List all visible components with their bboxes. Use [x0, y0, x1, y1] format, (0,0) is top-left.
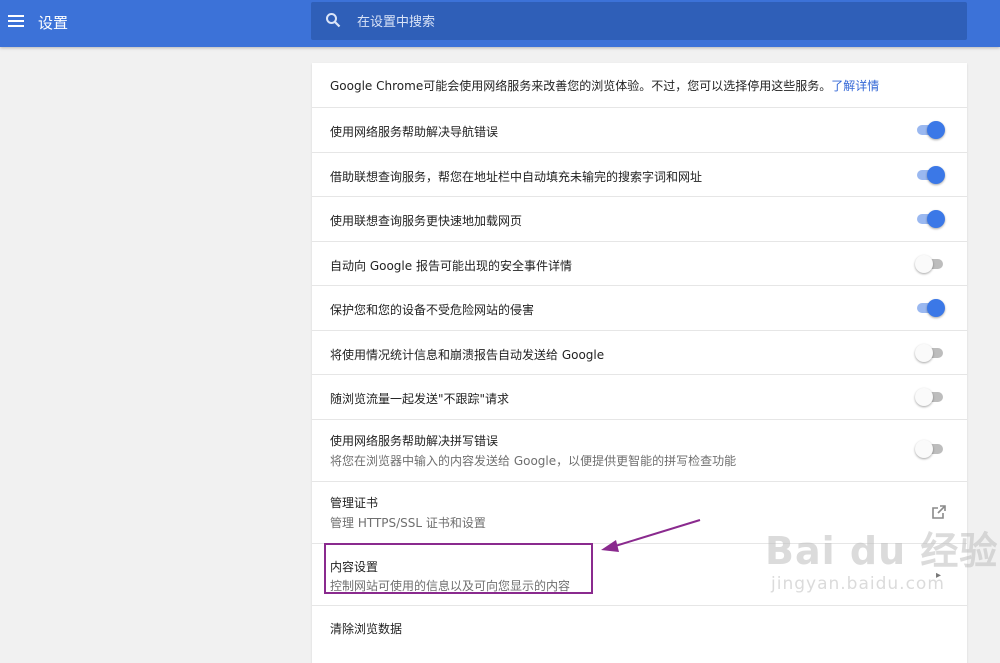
setting-label: 将使用情况统计信息和崩溃报告自动发送给 Google — [330, 348, 605, 362]
search-box[interactable] — [311, 2, 967, 42]
do-not-track-toggle[interactable] — [915, 388, 945, 406]
baidu-jingyan-watermark: Bai du 经验 jingyan.baidu.com — [765, 520, 999, 594]
setting-row-do-not-track[interactable]: 随浏览流量一起发送"不跟踪"请求 — [312, 375, 967, 420]
setting-row-usage-stats[interactable]: 将使用情况统计信息和崩溃报告自动发送给 Google — [312, 331, 967, 375]
setting-label: 管理证书 — [330, 496, 379, 510]
spellcheck-toggle[interactable] — [915, 440, 945, 458]
page-title: 设置 — [38, 14, 69, 32]
setting-label: 随浏览流量一起发送"不跟踪"请求 — [330, 392, 510, 406]
usage-stats-toggle[interactable] — [915, 344, 945, 362]
safe-browsing-toggle[interactable] — [915, 299, 945, 317]
setting-label: 使用网络服务帮助解决拼写错误 — [330, 434, 499, 448]
hamburger-menu-icon[interactable] — [8, 12, 24, 30]
setting-row-autocomplete[interactable]: 借助联想查询服务，帮您在地址栏中自动填充未输完的搜索字词和网址 — [312, 153, 967, 197]
search-input[interactable] — [355, 2, 949, 42]
top-app-bar: 设置 — [0, 0, 1000, 47]
annotation-highlight-box — [324, 543, 593, 594]
setting-row-security-reports[interactable]: 自动向 Google 报告可能出现的安全事件详情 — [312, 242, 967, 286]
setting-label: 借助联想查询服务，帮您在地址栏中自动填充未输完的搜索字词和网址 — [330, 170, 703, 184]
security-reports-toggle[interactable] — [915, 255, 945, 273]
intro-row: Google Chrome可能会使用网络服务来改善您的浏览体验。不过，您可以选择… — [312, 63, 967, 108]
preload-toggle[interactable] — [915, 210, 945, 228]
intro-text: Google Chrome可能会使用网络服务来改善您的浏览体验。不过，您可以选择… — [330, 79, 880, 93]
setting-label: 清除浏览数据 — [330, 622, 403, 636]
learn-more-link[interactable]: 了解详情 — [831, 79, 879, 93]
watermark-main: Bai du 经验 — [765, 529, 999, 573]
open-external-icon[interactable] — [931, 504, 947, 520]
search-icon — [326, 13, 341, 28]
watermark-url: jingyan.baidu.com — [771, 574, 945, 594]
clear-browsing-data-row[interactable]: 清除浏览数据 — [312, 606, 967, 663]
setting-label: 保护您和您的设备不受危险网站的侵害 — [330, 303, 535, 317]
setting-label: 使用联想查询服务更快速地加载网页 — [330, 214, 523, 228]
autocomplete-toggle[interactable] — [915, 166, 945, 184]
setting-description: 管理 HTTPS/SSL 证书和设置 — [330, 516, 486, 530]
nav-errors-toggle[interactable] — [915, 121, 945, 139]
setting-label: 自动向 Google 报告可能出现的安全事件详情 — [330, 259, 572, 273]
setting-row-nav-errors[interactable]: 使用网络服务帮助解决导航错误 — [312, 108, 967, 153]
setting-description: 将您在浏览器中输入的内容发送给 Google，以便提供更智能的拼写检查功能 — [330, 454, 737, 468]
setting-row-safe-browsing[interactable]: 保护您和您的设备不受危险网站的侵害 — [312, 286, 967, 331]
setting-label: 使用网络服务帮助解决导航错误 — [330, 125, 499, 139]
setting-row-spellcheck[interactable]: 使用网络服务帮助解决拼写错误 将您在浏览器中输入的内容发送给 Google，以便… — [312, 420, 967, 482]
setting-row-preload[interactable]: 使用联想查询服务更快速地加载网页 — [312, 197, 967, 242]
